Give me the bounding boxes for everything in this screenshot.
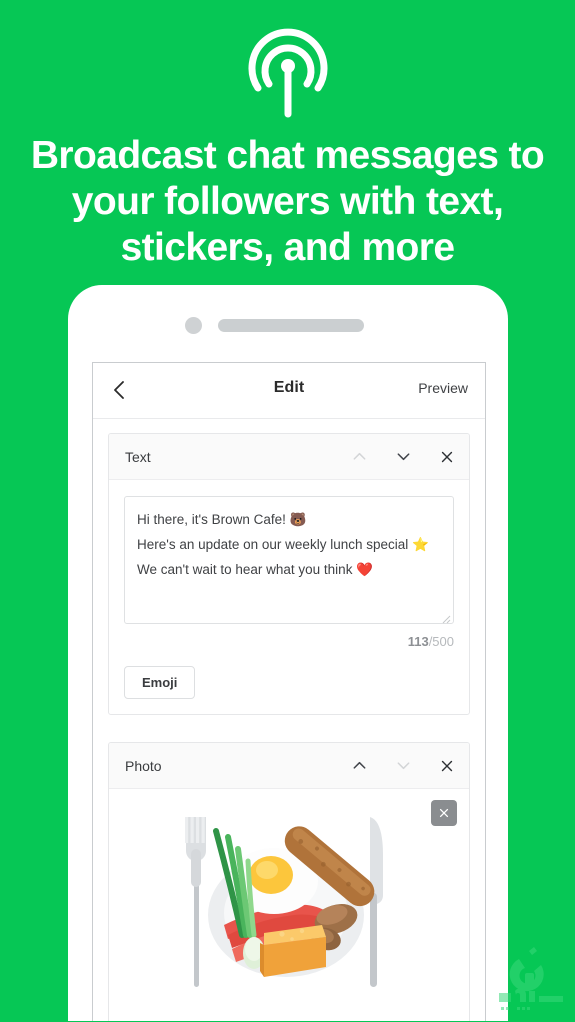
photo-card-body (109, 789, 469, 1021)
text-card-header: Text (109, 434, 469, 480)
resize-handle[interactable] (441, 611, 451, 624)
message-line: We can't wait to hear what you think ❤️ (137, 562, 373, 577)
speaker-bar (218, 319, 364, 332)
character-count-current: 113 (407, 634, 429, 649)
move-down-button[interactable] (381, 743, 425, 788)
message-textarea[interactable]: Hi there, it's Brown Cafe! 🐻 Here's an u… (124, 496, 454, 624)
phone-top-bezel (68, 285, 508, 357)
photo-card: Photo (108, 742, 470, 1021)
move-down-button[interactable] (381, 434, 425, 479)
emoji-button[interactable]: Emoji (124, 666, 196, 699)
camera-dot (185, 317, 202, 334)
breakfast-plate-illustration (164, 803, 414, 1003)
message-line: Here's an update on our weekly lunch spe… (137, 537, 429, 552)
phone-mockup: Edit Preview Text Hi there, it's Brown C… (68, 285, 508, 1021)
page-title: Broadcast chat messages to your follower… (30, 134, 545, 269)
editor-content: Text Hi there, it's Brown Cafe! 🐻 Here's… (93, 419, 485, 1021)
close-icon[interactable] (425, 434, 469, 479)
text-card: Text Hi there, it's Brown Cafe! 🐻 Here's… (108, 433, 470, 715)
move-up-button[interactable] (337, 434, 381, 479)
photo-card-header: Photo (109, 743, 469, 789)
close-icon[interactable] (425, 743, 469, 788)
character-counter: 113/500 (124, 634, 454, 649)
remove-photo-button[interactable] (431, 800, 457, 826)
text-card-title: Text (125, 448, 151, 465)
preview-button[interactable]: Preview (418, 380, 468, 396)
broadcast-antenna-icon (236, 22, 340, 126)
character-count-max: /500 (428, 634, 454, 649)
text-card-body: Hi there, it's Brown Cafe! 🐻 Here's an u… (109, 480, 469, 714)
photo-card-title: Photo (125, 757, 162, 774)
phone-screen: Edit Preview Text Hi there, it's Brown C… (92, 362, 486, 1021)
message-line: Hi there, it's Brown Cafe! 🐻 (137, 512, 307, 527)
hero-section: Broadcast chat messages to your follower… (0, 0, 575, 271)
move-up-button[interactable] (337, 743, 381, 788)
navbar: Edit Preview (93, 363, 485, 419)
